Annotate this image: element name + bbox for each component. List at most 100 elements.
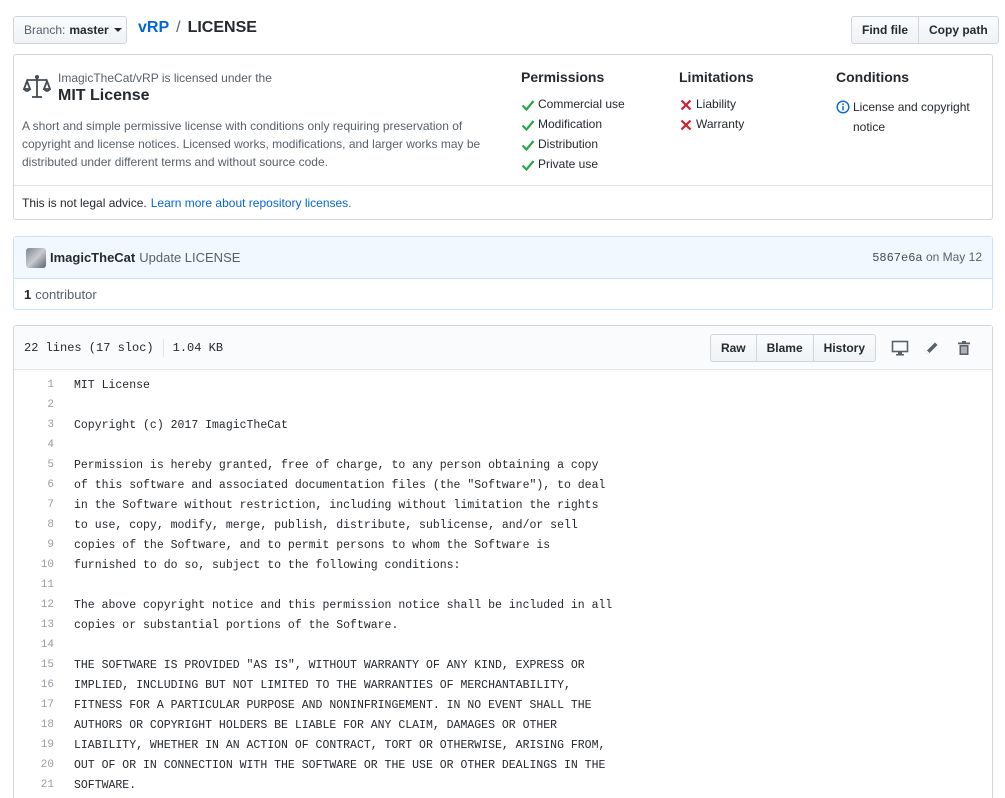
line-content: LIABILITY, WHETHER IN AN ACTION OF CONTR… xyxy=(74,738,606,752)
check-icon xyxy=(521,160,535,172)
code-line: 6 of this software and associated documen… xyxy=(14,475,992,495)
license-description: A short and simple permissive license wi… xyxy=(22,119,481,169)
line-number[interactable]: 21 xyxy=(14,779,54,791)
line-number[interactable]: 12 xyxy=(14,599,54,611)
divider xyxy=(162,338,164,357)
pencil-icon[interactable] xyxy=(916,334,948,362)
line-number[interactable]: 17 xyxy=(14,699,54,711)
line-number[interactable]: 3 xyxy=(14,419,54,431)
line-number[interactable]: 19 xyxy=(14,739,54,751)
code-line: 3 Copyright (c) 2017 ImagicTheCat xyxy=(14,415,992,435)
line-content: Copyright (c) 2017 ImagicTheCat xyxy=(74,418,288,432)
branch-label: Branch: xyxy=(24,23,66,37)
commit-sha[interactable]: 5867e6a xyxy=(872,251,922,265)
commit-message[interactable]: Update LICENSE xyxy=(139,250,240,265)
legal-disclaimer: This is not legal advice. xyxy=(22,195,147,210)
line-number[interactable]: 16 xyxy=(14,679,54,691)
conditions-title: Conditions xyxy=(836,69,910,85)
line-content: OUT OF OR IN CONNECTION WITH THE SOFTWAR… xyxy=(74,758,606,772)
license-summary: ImagicTheCat/vRP is licensed under the M… xyxy=(14,55,992,185)
conditions-column: Conditions License and copyright notice xyxy=(836,69,986,137)
line-content: The above copyright notice and this perm… xyxy=(74,598,613,612)
line-content: AUTHORS OR COPYRIGHT HOLDERS BE LIABLE F… xyxy=(74,718,558,732)
code-line: 17 FITNESS FOR A PARTICULAR PURPOSE AND N… xyxy=(14,695,992,715)
code-line: 20 OUT OF OR IN CONNECTION WITH THE SOFTW… xyxy=(14,755,992,775)
code-line: 14 xyxy=(14,635,992,655)
license-owner-text: ImagicTheCat/vRP is licensed under the xyxy=(58,71,272,85)
code-line: 10 furnished to do so, subject to the fol… xyxy=(14,555,992,575)
limitations-title: Limitations xyxy=(679,69,754,85)
history-button[interactable]: History xyxy=(812,334,876,362)
file-name: LICENSE xyxy=(187,19,257,36)
line-number[interactable]: 4 xyxy=(14,439,54,451)
scale-icon xyxy=(23,75,51,98)
info-icon xyxy=(836,100,850,114)
line-number[interactable]: 7 xyxy=(14,499,54,511)
file-actions: Find file Copy path xyxy=(851,16,999,44)
limitation-item: Warranty xyxy=(679,117,829,137)
file-header: 22 lines (17 sloc) 1.04 KB Raw Blame His… xyxy=(14,326,992,370)
line-content: SOFTWARE. xyxy=(74,778,137,792)
breadcrumb: vRP / LICENSE xyxy=(138,19,257,37)
check-icon xyxy=(521,100,535,112)
file-lines-info: 22 lines (17 sloc) xyxy=(24,340,154,355)
line-number[interactable]: 8 xyxy=(14,519,54,531)
code-line: 18 AUTHORS OR COPYRIGHT HOLDERS BE LIABLE… xyxy=(14,715,992,735)
commit-date: on May 12 xyxy=(925,250,982,264)
repo-link[interactable]: vRP xyxy=(138,19,169,37)
check-icon xyxy=(521,140,535,152)
line-content: FITNESS FOR A PARTICULAR PURPOSE AND NON… xyxy=(74,698,592,712)
line-content: of this software and associated document… xyxy=(74,478,606,492)
branch-select-button[interactable]: Branch: master xyxy=(13,16,127,44)
permission-item: Private use xyxy=(521,157,671,177)
check-icon xyxy=(521,120,535,132)
desktop-icon[interactable] xyxy=(884,334,916,362)
commit-meta: 5867e6a on May 12 xyxy=(872,250,982,265)
line-number[interactable]: 1 xyxy=(14,379,54,391)
blame-button[interactable]: Blame xyxy=(755,334,814,362)
code-line: 15 THE SOFTWARE IS PROVIDED "AS IS", WITH… xyxy=(14,655,992,675)
limitations-column: Limitations Liability Warranty xyxy=(679,69,829,137)
breadcrumb-separator: / xyxy=(176,19,181,36)
code-line: 19 LIABILITY, WHETHER IN AN ACTION OF CON… xyxy=(14,735,992,755)
line-number[interactable]: 20 xyxy=(14,759,54,771)
permissions-title: Permissions xyxy=(521,69,605,85)
code-line: 13 copies or substantial portions of the … xyxy=(14,615,992,635)
find-file-button[interactable]: Find file xyxy=(851,16,919,44)
file-box: 22 lines (17 sloc) 1.04 KB Raw Blame His… xyxy=(13,325,993,798)
code-line: 7 in the Software without restriction, in… xyxy=(14,495,992,515)
copy-path-button[interactable]: Copy path xyxy=(918,16,999,44)
raw-button[interactable]: Raw xyxy=(709,334,757,362)
line-number[interactable]: 14 xyxy=(14,639,54,651)
line-number[interactable]: 11 xyxy=(14,579,54,591)
license-name: MIT License xyxy=(58,87,150,104)
caret-down-icon xyxy=(113,28,122,32)
contributors-count: 1 xyxy=(24,286,32,302)
code-line: 1 MIT License xyxy=(14,375,992,395)
line-number[interactable]: 18 xyxy=(14,719,54,731)
line-number[interactable]: 9 xyxy=(14,539,54,551)
latest-commit: ImagicTheCat Update LICENSE 5867e6a on M… xyxy=(14,237,992,279)
line-content: IMPLIED, INCLUDING BUT NOT LIMITED TO TH… xyxy=(74,678,571,692)
line-number[interactable]: 13 xyxy=(14,619,54,631)
code-line: 2 xyxy=(14,395,992,415)
line-number[interactable]: 6 xyxy=(14,479,54,491)
license-box: ImagicTheCat/vRP is licensed under the M… xyxy=(13,54,993,220)
commit-box: ImagicTheCat Update LICENSE 5867e6a on M… xyxy=(13,236,993,310)
line-number[interactable]: 15 xyxy=(14,659,54,671)
contributors[interactable]: 1 contributor xyxy=(14,279,992,309)
line-content: Permission is hereby granted, free of ch… xyxy=(74,458,599,472)
license-footer: This is not legal advice. Learn more abo… xyxy=(14,185,992,219)
line-number[interactable]: 10 xyxy=(14,559,54,571)
commit-author[interactable]: ImagicTheCat xyxy=(50,250,135,265)
code-line: 8 to use, copy, modify, merge, publish, d… xyxy=(14,515,992,535)
line-number[interactable]: 2 xyxy=(14,399,54,411)
learn-more-link[interactable]: Learn more about repository licenses. xyxy=(151,196,352,210)
x-icon xyxy=(680,119,692,131)
code-line: 9 copies of the Software, and to permit p… xyxy=(14,535,992,555)
code-line: 11 xyxy=(14,575,992,595)
trash-icon[interactable] xyxy=(948,334,980,362)
avatar[interactable] xyxy=(26,247,46,268)
condition-item: License and copyright notice xyxy=(836,97,986,137)
line-number[interactable]: 5 xyxy=(14,459,54,471)
